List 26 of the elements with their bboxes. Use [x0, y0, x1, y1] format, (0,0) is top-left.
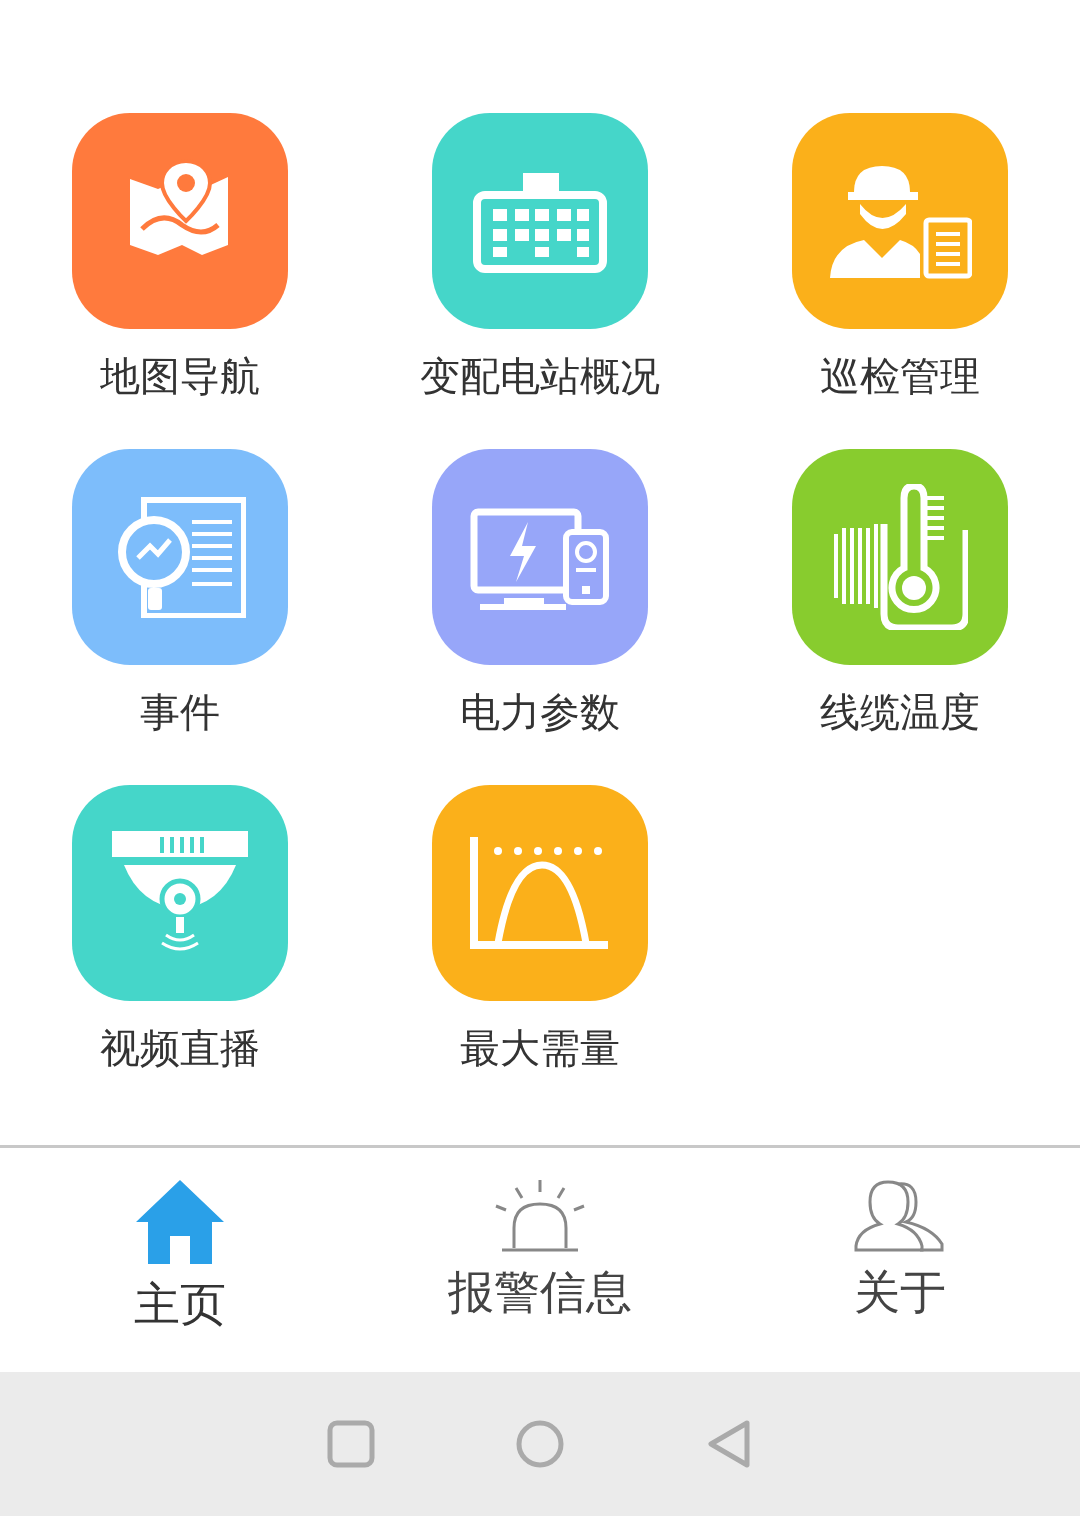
app-tile[interactable] — [432, 449, 648, 665]
nav-tab[interactable]: 主页 — [0, 1148, 360, 1372]
alarm-light-icon — [494, 1178, 586, 1254]
tile-label: 最大需量 — [460, 1024, 620, 1073]
app-tile[interactable] — [432, 785, 648, 1001]
tile-label: 线缆温度 — [820, 688, 980, 737]
tile-label: 视频直播 — [100, 1024, 260, 1073]
app-tile[interactable] — [72, 113, 288, 329]
recent-apps-icon[interactable] — [327, 1420, 375, 1468]
nav-tab[interactable]: 关于 — [720, 1148, 1080, 1372]
house-icon — [134, 1178, 226, 1266]
app-tile[interactable] — [432, 113, 648, 329]
tile-label: 地图导航 — [100, 352, 260, 401]
cable-thermometer-icon — [832, 484, 968, 630]
nav-tab[interactable]: 报警信息 — [360, 1148, 720, 1372]
app-tile[interactable] — [72, 785, 288, 1001]
app-tile[interactable] — [792, 113, 1008, 329]
users-icon — [854, 1178, 946, 1254]
app-tile[interactable] — [792, 449, 1008, 665]
tile-label: 巡检管理 — [820, 352, 980, 401]
home-icon[interactable] — [515, 1419, 565, 1469]
app-tile[interactable] — [72, 449, 288, 665]
tile-label: 电力参数 — [460, 688, 620, 737]
back-icon[interactable] — [705, 1419, 753, 1469]
tile-label: 事件 — [140, 688, 220, 737]
tile-label: 变配电站概况 — [420, 352, 660, 401]
